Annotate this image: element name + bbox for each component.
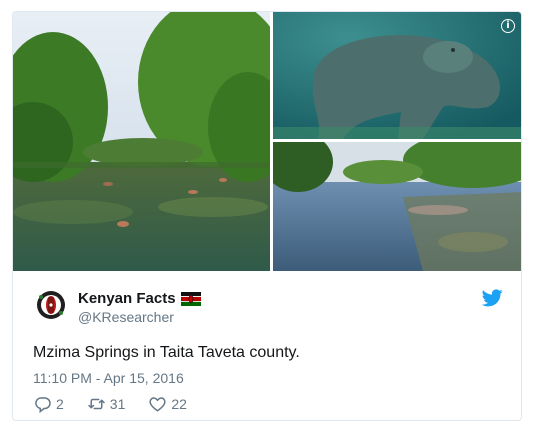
embedded-tweet-card[interactable]: i Kenyan Facts @KResearcher Mzima Spring… [12, 11, 522, 421]
tweet-actions: 2 31 22 [33, 395, 210, 413]
retweet-button[interactable]: 31 [87, 395, 126, 413]
photo-river-trees[interactable] [13, 12, 270, 271]
info-icon[interactable]: i [501, 19, 515, 33]
photo-spring-pool[interactable] [273, 142, 521, 271]
name-row: Kenyan Facts [78, 290, 201, 307]
photo-hippo-underwater[interactable]: i [273, 12, 521, 139]
heart-icon [149, 397, 166, 412]
media-grid: i [13, 12, 521, 271]
reply-button[interactable]: 2 [33, 395, 64, 413]
user-handle[interactable]: @KResearcher [78, 309, 174, 325]
retweet-icon [88, 398, 105, 410]
like-count: 22 [171, 396, 187, 412]
retweet-count: 31 [109, 396, 126, 412]
like-button[interactable]: 22 [148, 395, 187, 413]
twitter-bird-icon[interactable] [482, 289, 503, 307]
avatar[interactable] [33, 287, 69, 323]
tweet-timestamp[interactable]: 11:10 PM - Apr 15, 2016 [33, 370, 184, 386]
tweet-text: Mzima Springs in Taita Taveta county. [33, 344, 300, 361]
tweet-header: Kenyan Facts @KResearcher [33, 287, 503, 327]
display-name[interactable]: Kenyan Facts [78, 290, 176, 307]
kenya-flag-icon [180, 291, 201, 306]
reply-icon [35, 397, 51, 413]
reply-count: 2 [56, 396, 64, 412]
